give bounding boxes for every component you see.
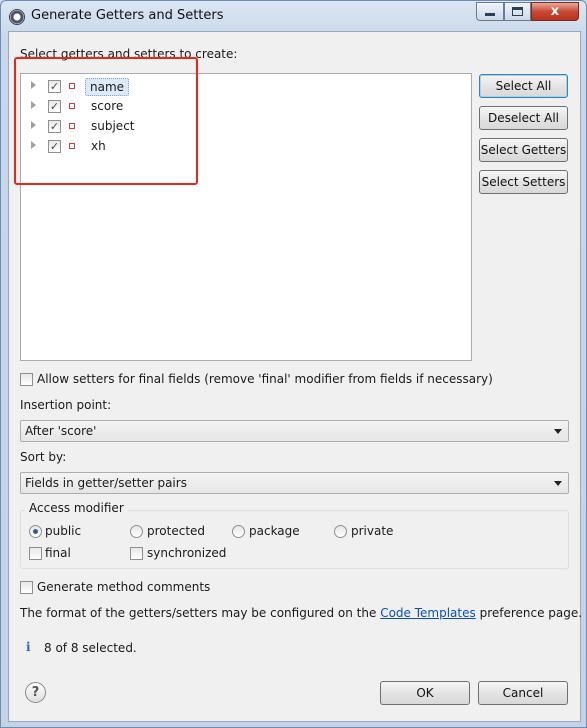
radio-package-label: package — [249, 524, 300, 538]
deselect-all-button[interactable]: Deselect All — [479, 106, 568, 130]
sort-by-label: Sort by: — [20, 450, 67, 464]
radio-public[interactable] — [29, 525, 42, 538]
insertion-point-label: Insertion point: — [20, 398, 112, 412]
title-bar[interactable]: Generate Getters and Setters x — [1, 1, 586, 31]
generate-comments-label: Generate method comments — [37, 580, 211, 594]
dialog-client-area: Select getters and setters to create: ✓ … — [8, 31, 582, 722]
minimize-icon — [485, 13, 495, 16]
close-button[interactable]: x — [531, 2, 579, 21]
ok-button[interactable]: OK — [380, 681, 470, 705]
info-icon: i — [26, 640, 31, 654]
generate-comments-checkbox[interactable] — [20, 581, 33, 594]
chevron-down-icon — [554, 429, 562, 434]
synchronized-label: synchronized — [147, 546, 227, 560]
allow-setters-final-checkbox[interactable] — [20, 373, 33, 386]
dialog-window: Generate Getters and Setters x Select ge… — [0, 0, 587, 728]
radio-protected[interactable] — [130, 525, 143, 538]
radio-private-label: private — [351, 524, 394, 538]
access-modifier-group — [20, 510, 569, 569]
minimize-button[interactable] — [476, 2, 504, 21]
insertion-point-select[interactable]: After 'score' — [20, 420, 569, 442]
radio-public-label: public — [45, 524, 82, 538]
radio-private[interactable] — [334, 525, 347, 538]
format-note-suffix: preference page. — [479, 606, 583, 620]
insertion-point-value: After 'score' — [25, 424, 97, 438]
format-note-text: The format of the getters/setters may be… — [20, 606, 377, 620]
selection-status: 8 of 8 selected. — [44, 641, 137, 655]
chevron-down-icon — [554, 481, 562, 486]
sort-by-select[interactable]: Fields in getter/setter pairs — [20, 472, 569, 494]
maximize-button[interactable] — [504, 2, 531, 21]
close-icon: x — [550, 4, 560, 19]
final-checkbox[interactable] — [29, 547, 42, 560]
maximize-icon — [512, 7, 523, 16]
select-all-button[interactable]: Select All — [479, 74, 568, 98]
radio-protected-label: protected — [147, 524, 206, 538]
eclipse-app-icon — [9, 9, 25, 25]
allow-setters-final-label: Allow setters for final fields (remove '… — [37, 372, 493, 386]
access-modifier-title: Access modifier — [25, 501, 128, 515]
sort-by-value: Fields in getter/setter pairs — [25, 476, 187, 490]
select-setters-button[interactable]: Select Setters — [479, 170, 568, 194]
select-getters-button[interactable]: Select Getters — [479, 138, 568, 162]
window-title: Generate Getters and Setters — [31, 8, 224, 23]
code-templates-link[interactable]: Code Templates — [380, 606, 476, 620]
annotation-highlight-box — [14, 57, 198, 185]
synchronized-checkbox[interactable] — [130, 547, 143, 560]
radio-package[interactable] — [232, 525, 245, 538]
cancel-button[interactable]: Cancel — [478, 681, 568, 705]
format-note: The format of the getters/setters may be… — [20, 606, 582, 620]
help-icon[interactable]: ? — [25, 682, 46, 703]
final-label: final — [45, 546, 71, 560]
